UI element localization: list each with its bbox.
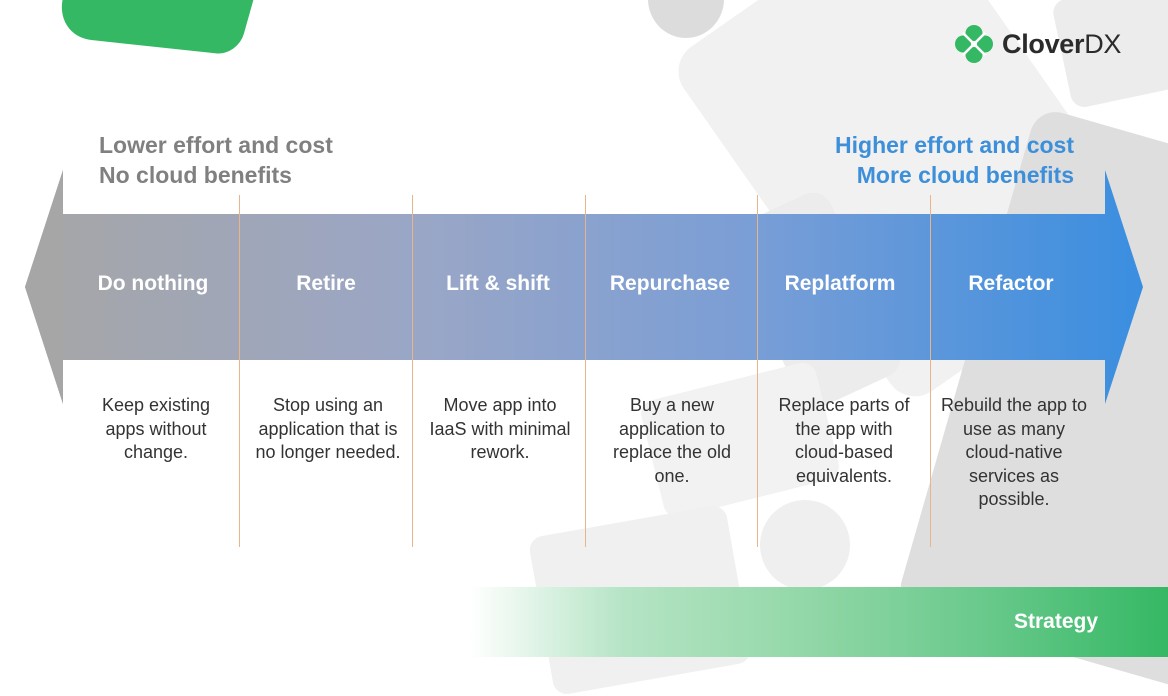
arrow-left-head: [25, 170, 63, 404]
stage-label-retire: Retire: [296, 272, 356, 295]
effort-spectrum-arrow: [25, 170, 1143, 404]
stage-label-do-nothing: Do nothing: [97, 272, 209, 295]
stage-label-refactor: Refactor: [968, 272, 1054, 295]
stage-divider: [930, 195, 931, 547]
stage-description-repurchase: Buy a new application to replace the old…: [612, 395, 732, 486]
section-label: Strategy: [1013, 610, 1098, 633]
stage-description-retire: Stop using an application that is no lon…: [255, 395, 401, 462]
stage-divider: [585, 195, 586, 547]
stage-description-replatform: Replace parts of the app with cloud-base…: [778, 395, 910, 486]
stage-label-repurchase: Repurchase: [609, 272, 731, 295]
stage-label-replatform: Replatform: [784, 272, 896, 295]
stage-description-lift-shift: Move app into IaaS with minimal rework.: [429, 395, 571, 462]
stage-label-lift-shift: Lift & shift: [446, 272, 550, 295]
stage-divider: [412, 195, 413, 547]
stage-description-do-nothing: Keep existing apps without change.: [101, 395, 211, 462]
stage-divider: [239, 195, 240, 547]
stage-description-refactor: Rebuild the app to use as many cloud-nat…: [940, 395, 1088, 509]
stage-divider: [757, 195, 758, 547]
